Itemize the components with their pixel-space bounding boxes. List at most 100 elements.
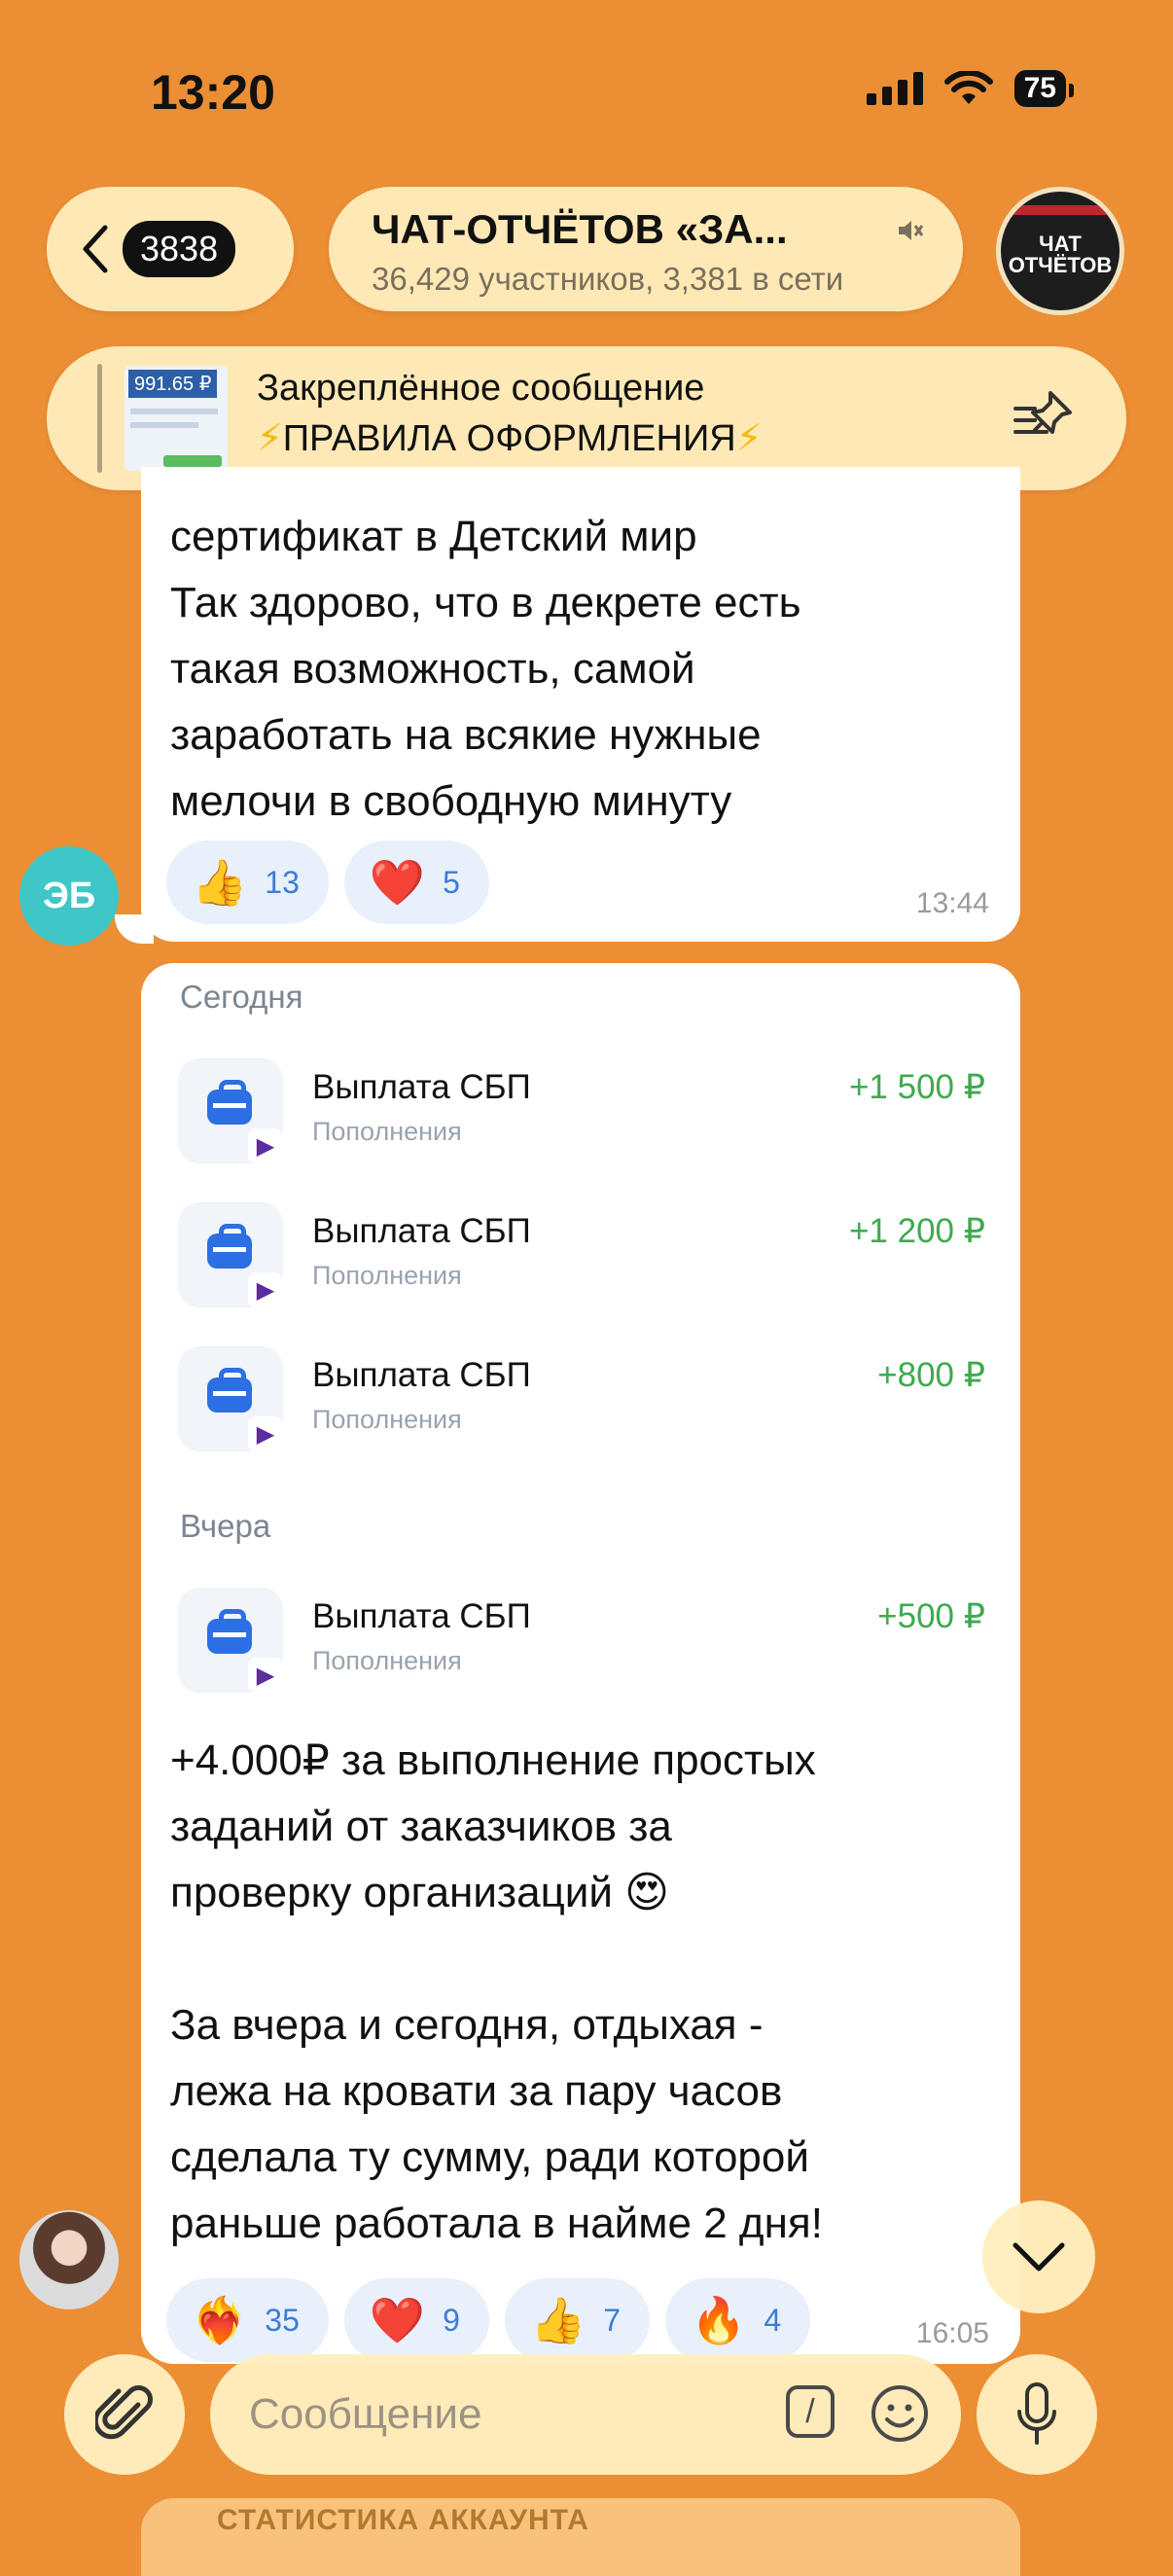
chat-header[interactable]: ЧАТ-ОТЧЁТОВ «ЗА... 36,429 участников, 3,… <box>329 187 963 311</box>
command-icon[interactable]: / <box>786 2385 835 2438</box>
message-line: мелочи в свободную минуту <box>170 777 732 825</box>
day-label: Сегодня <box>180 979 303 1015</box>
reaction-heart-on-fire[interactable]: ❤️‍🔥 35 <box>166 2278 329 2362</box>
bag-icon: ▶ <box>178 1202 283 1307</box>
message-line: раньше работала в найме 2 дня! <box>170 2200 823 2247</box>
sbp-logo-icon: ▶ <box>248 1272 283 1307</box>
message-line: сертификат в Детский мир <box>170 513 697 560</box>
day-label: Вчера <box>180 1508 271 1544</box>
message-line: За вчера и сегодня, отдыхая - <box>170 2001 764 2049</box>
pinned-thumbnail: 991.65 ₽ <box>124 366 228 471</box>
transaction-amount: +1 500 ₽ <box>848 1068 985 1106</box>
chat-member-count: 36,429 участников, 3,381 в сети <box>372 261 844 297</box>
lightning-icon: ⚡ <box>257 418 283 459</box>
reaction-emoji: 👍 <box>192 856 248 908</box>
next-message-text: СТАТИСТИКА АККАУНТА <box>217 2504 589 2536</box>
sbp-logo-icon: ▶ <box>248 1416 283 1451</box>
status-icons: 75 <box>866 70 1075 107</box>
transaction-category: Пополнения <box>312 1117 462 1146</box>
scroll-to-bottom-button[interactable] <box>982 2200 1095 2313</box>
message-line: лежа на кровати за пару часов <box>170 2067 783 2115</box>
chevron-down-icon <box>1013 2242 1065 2272</box>
reaction-fire[interactable]: 🔥 4 <box>665 2278 811 2362</box>
status-time: 13:20 <box>151 65 275 120</box>
message-bubble[interactable]: Сегодня ▶ Выплата СБП Пополнения +1 500 … <box>141 963 1020 2364</box>
bubble-tail <box>115 914 154 944</box>
reaction-heart[interactable]: ❤️ 5 <box>343 841 489 924</box>
pinned-thumbnail-value: 991.65 ₽ <box>128 370 218 398</box>
pinned-text: ПРАВИЛА ОФОРМЛЕНИЯ <box>282 418 736 459</box>
transaction-row: ▶ Выплата СБП Пополнения +1 200 ₽ <box>178 1202 985 1309</box>
transaction-row: ▶ Выплата СБП Пополнения +800 ₽ <box>178 1346 985 1453</box>
avatar[interactable]: ЭБ <box>19 846 119 946</box>
reaction-emoji: 🔥 <box>691 2294 747 2345</box>
reaction-thumbs-up[interactable]: 👍 13 <box>166 841 329 924</box>
muted-speaker-icon <box>899 221 924 240</box>
bag-icon: ▶ <box>178 1058 283 1163</box>
microphone-button[interactable] <box>977 2354 1097 2475</box>
pinned-label: Закреплённое сообщение <box>257 368 705 409</box>
lightning-icon: ⚡ <box>735 418 763 459</box>
transaction-row: ▶ Выплата СБП Пополнения +1 500 ₽ <box>178 1058 985 1165</box>
transaction-category: Пополнения <box>312 1646 462 1675</box>
message-time: 13:44 <box>915 887 989 919</box>
smile-icon[interactable] <box>870 2383 930 2444</box>
message-text: сертификат в Детский мир Так здорово, чт… <box>170 504 801 835</box>
avatar-stripe <box>1011 205 1116 215</box>
reaction-thumbs-up[interactable]: 👍 7 <box>504 2278 651 2362</box>
bag-icon: ▶ <box>178 1346 283 1451</box>
bag-icon: ▶ <box>178 1588 283 1693</box>
message-line <box>170 1926 823 1992</box>
transaction-amount: +500 ₽ <box>877 1597 985 1635</box>
reaction-heart[interactable]: ❤️ 9 <box>343 2278 489 2362</box>
message-line: Так здорово, что в декрете есть <box>170 579 801 626</box>
avatar[interactable] <box>19 2210 119 2309</box>
transaction-name: Выплата СБП <box>312 1597 531 1635</box>
wifi-icon <box>943 71 993 104</box>
reaction-emoji: ❤️‍🔥 <box>192 2294 248 2345</box>
microphone-icon <box>1017 2382 1056 2445</box>
battery-indicator: 75 <box>1013 70 1075 107</box>
reaction-emoji: 👍 <box>529 2294 586 2345</box>
next-message-preview: СТАТИСТИКА АККАУНТА <box>141 2498 1020 2576</box>
chevron-left-icon <box>83 225 108 273</box>
transaction-name: Выплата СБП <box>312 1356 531 1394</box>
message-line: проверку организаций 😍 <box>170 1869 670 1916</box>
paperclip-icon <box>95 2385 153 2440</box>
message-input[interactable] <box>247 2381 776 2448</box>
sbp-logo-icon: ▶ <box>248 1658 283 1693</box>
message-time: 16:05 <box>915 2317 989 2349</box>
message-line: такая возможность, самой <box>170 645 695 693</box>
message-bubble[interactable]: сертификат в Детский мир Так здорово, чт… <box>141 467 1020 942</box>
reactions: 👍 13 ❤️ 5 <box>166 841 489 924</box>
pinned-list-icon[interactable] <box>1013 389 1074 444</box>
reaction-emoji: ❤️ <box>369 2294 426 2345</box>
reactions: ❤️‍🔥 35 ❤️ 9 👍 7 🔥 4 <box>166 2278 811 2362</box>
message-line: +4.000₽ за выполнение простых <box>170 1736 816 1784</box>
message-line: заданий от заказчиков за <box>170 1803 672 1850</box>
transaction-name: Выплата СБП <box>312 1212 531 1250</box>
reaction-count: 9 <box>443 2302 460 2338</box>
back-button[interactable]: 3838 <box>47 187 294 311</box>
attach-button[interactable] <box>64 2354 185 2475</box>
reaction-count: 4 <box>764 2302 782 2338</box>
reaction-count: 35 <box>265 2302 300 2338</box>
transaction-amount: +1 200 ₽ <box>848 1212 985 1250</box>
reaction-count: 13 <box>265 864 300 900</box>
reaction-count: 7 <box>603 2302 622 2338</box>
transaction-name: Выплата СБП <box>312 1068 531 1106</box>
transaction-amount: +800 ₽ <box>877 1356 985 1394</box>
transaction-category: Пополнения <box>312 1405 462 1434</box>
chat-avatar[interactable]: ЧАТ ОТЧЁТОВ <box>996 187 1124 315</box>
transaction-row: ▶ Выплата СБП Пополнения +500 ₽ <box>178 1588 985 1695</box>
reaction-count: 5 <box>443 864 460 900</box>
reaction-emoji: ❤️ <box>369 856 426 908</box>
pinned-text-row: ⚡ПРАВИЛА ОФОРМЛЕНИЯ⚡ <box>257 416 762 460</box>
message-text: +4.000₽ за выполнение простых заданий от… <box>170 1728 823 2257</box>
message-composer: / <box>210 2354 961 2475</box>
unread-count-badge: 3838 <box>123 221 236 277</box>
message-line: сделала ту сумму, ради которой <box>170 2133 809 2181</box>
pinned-indicator <box>97 364 102 473</box>
cellular-signal-icon <box>866 72 923 105</box>
chat-avatar-label: ЧАТ ОТЧЁТОВ <box>1008 232 1113 277</box>
